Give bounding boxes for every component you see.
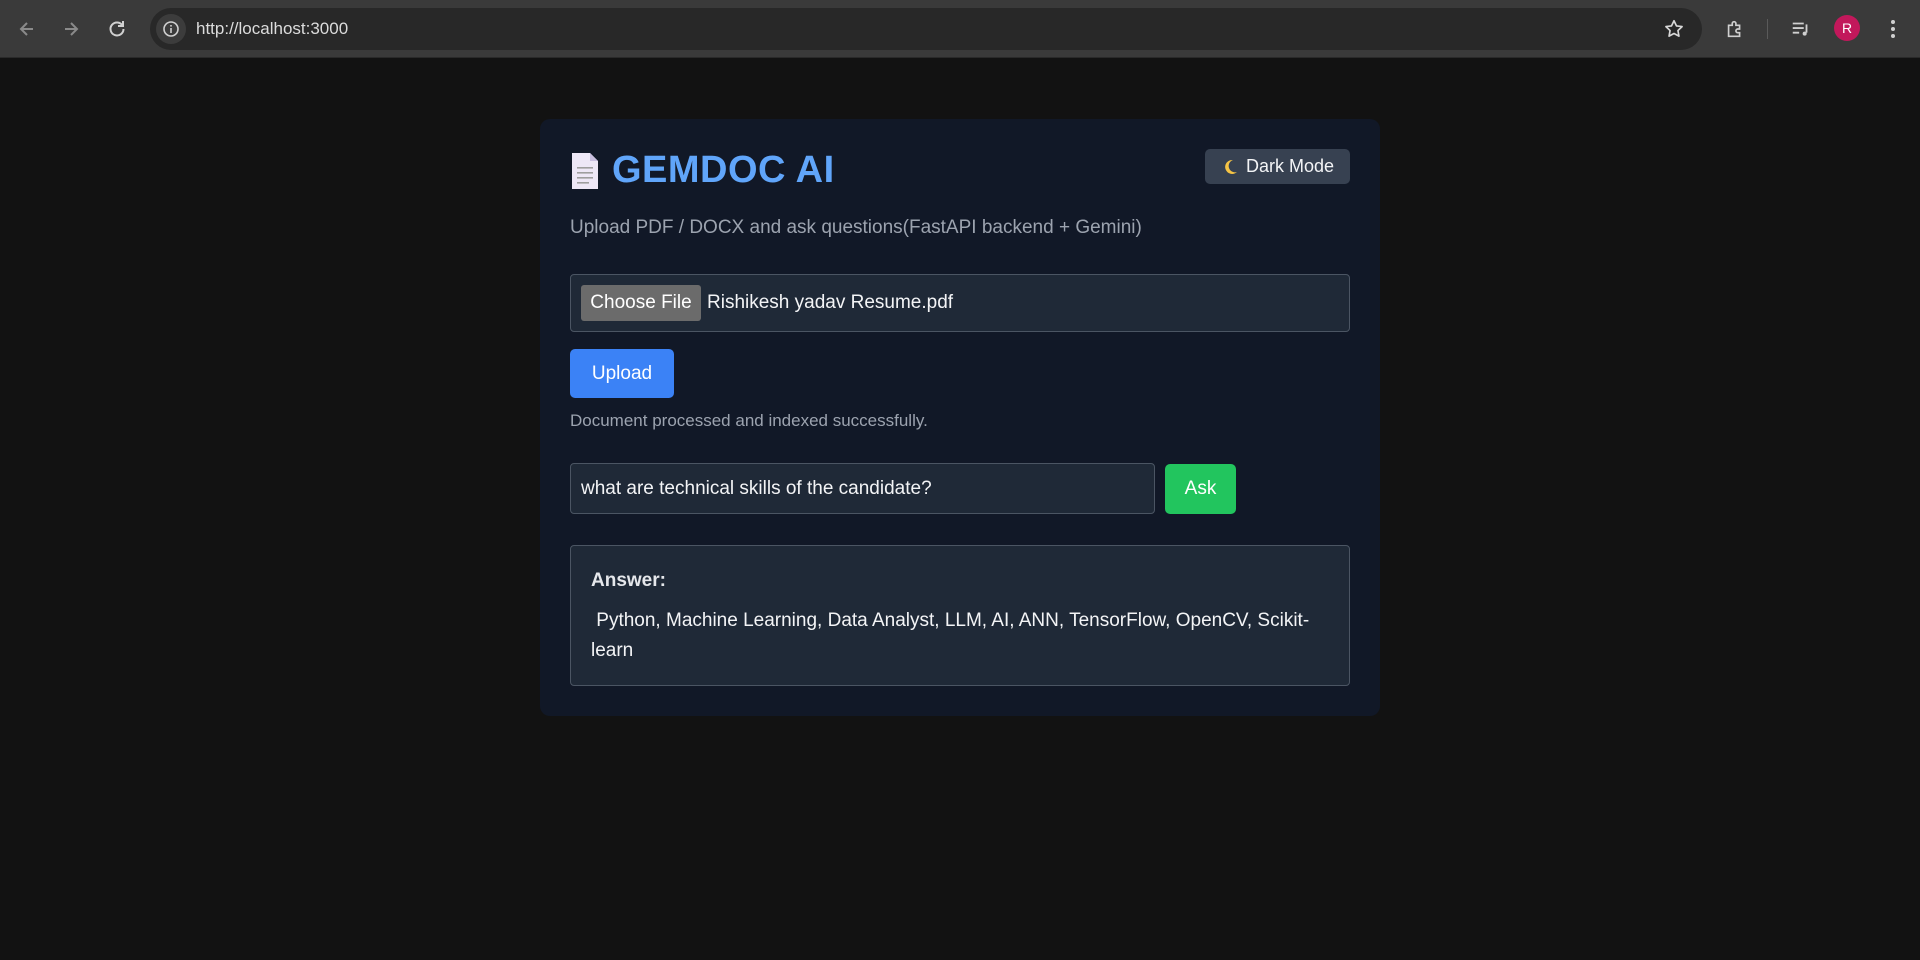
question-input[interactable]: what are technical skills of the candida… [570,463,1155,514]
answer-text: Python, Machine Learning, Data Analyst, … [591,610,1310,661]
file-input[interactable]: Choose File Rishikesh yadav Resume.pdf [570,274,1350,332]
profile-avatar[interactable]: R [1834,15,1860,41]
selected-file-name: Rishikesh yadav Resume.pdf [707,292,954,313]
extensions-icon[interactable] [1720,14,1750,44]
upload-status-message: Document processed and indexed successfu… [570,411,928,430]
ask-button[interactable]: Ask [1165,464,1236,514]
back-icon[interactable] [12,14,42,44]
url-text[interactable]: http://localhost:3000 [196,19,348,39]
dark-mode-label: Dark Mode [1245,156,1335,176]
page-title: GEMDOC AI [612,149,835,191]
browser-toolbar: http://localhost:3000 R [0,0,1920,58]
bookmark-star-icon[interactable] [1662,17,1686,41]
address-bar[interactable]: http://localhost:3000 [150,8,1702,50]
dark-mode-toggle-button[interactable]: Dark Mode [1205,149,1350,184]
upload-button[interactable]: Upload [570,349,674,398]
answer-label: Answer: [591,570,666,591]
subtitle: Upload PDF / DOCX and ask questions(Fast… [570,217,1142,238]
title-row: GEMDOC AI [570,149,835,192]
answer-panel: Answer: Python, Machine Learning, Data A… [570,545,1350,686]
app-card: GEMDOC AI Dark Mode Upload PDF / DOCX an… [540,119,1380,716]
media-queue-icon[interactable] [1786,14,1816,44]
document-icon [572,152,598,189]
choose-file-button[interactable]: Choose File [581,285,701,321]
moon-icon [1225,159,1237,174]
reload-icon[interactable] [102,14,132,44]
site-info-icon[interactable] [156,14,186,44]
forward-icon[interactable] [56,14,86,44]
menu-kebab-icon[interactable] [1878,14,1908,44]
toolbar-divider [1767,19,1768,39]
